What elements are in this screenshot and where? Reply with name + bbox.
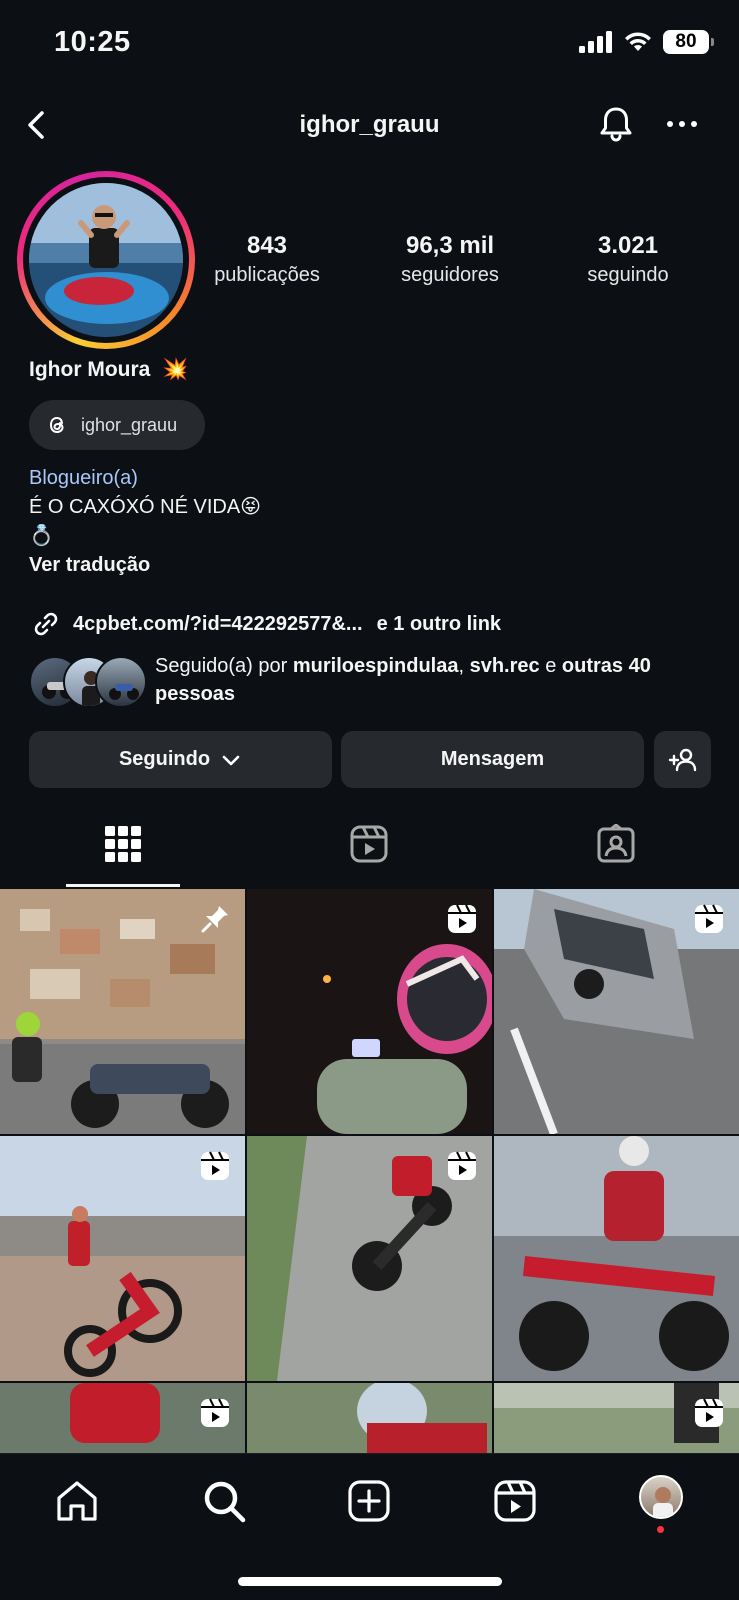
mutual-user-2[interactable]: svh.rec (470, 655, 540, 677)
active-tab-indicator (66, 884, 180, 887)
reels-icon (201, 1398, 229, 1427)
post-thumbnail[interactable] (0, 1136, 245, 1381)
reels-icon (695, 1398, 723, 1427)
battery-indicator: 80 (663, 30, 714, 54)
signal-icon (579, 31, 612, 53)
nav-search[interactable] (199, 1476, 249, 1526)
link-url: 4cpbet.com/?id=422292577&... (73, 612, 363, 635)
nav-create[interactable] (344, 1476, 394, 1526)
following-button[interactable]: Seguindo (29, 731, 332, 788)
tab-posts-grid[interactable] (0, 800, 246, 888)
bio-line-1: É O CAXÓXÓ NÉ VIDA😝 (29, 496, 262, 518)
following-count[interactable]: 3.021 seguindo (570, 232, 686, 287)
threads-icon (49, 416, 64, 434)
plus-square-icon (348, 1480, 390, 1522)
reels-icon (201, 1151, 229, 1180)
notifications-button[interactable] (595, 103, 637, 145)
wifi-icon (625, 32, 651, 51)
reels-icon (695, 904, 723, 933)
posts-count[interactable]: 843 publicações (205, 232, 329, 287)
reels-icon (494, 1480, 536, 1522)
post-thumbnail[interactable] (0, 1383, 245, 1453)
post-thumbnail[interactable] (247, 1136, 492, 1381)
profile-tabs (0, 800, 739, 890)
bio: Blogueiro(a) É O CAXÓXÓ NÉ VIDA😝 💍 Ver t… (29, 464, 261, 580)
mutual-user-1[interactable]: muriloespindulaa (293, 655, 459, 677)
profile-category: Blogueiro(a) (29, 467, 138, 489)
post-thumbnail[interactable] (0, 889, 245, 1134)
link-more: e 1 outro link (376, 612, 502, 635)
suggested-users-button[interactable] (654, 731, 711, 788)
profile-avatar (29, 183, 183, 337)
home-indicator (238, 1577, 502, 1586)
bell-icon (600, 107, 632, 142)
status-time: 10:25 (54, 26, 131, 58)
see-translation-link[interactable]: Ver tradução (29, 551, 261, 580)
post-thumbnail[interactable] (494, 1383, 739, 1453)
search-icon (204, 1481, 246, 1523)
profile-header: ighor_grauu (0, 95, 739, 155)
notification-dot (657, 1526, 664, 1533)
name-emoji: 💥 (162, 358, 189, 381)
post-thumbnail[interactable] (247, 1383, 492, 1453)
nav-home[interactable] (52, 1476, 102, 1526)
tab-reels[interactable] (246, 800, 492, 888)
pin-icon (201, 906, 228, 933)
grid-icon (105, 826, 141, 862)
reels-icon (448, 904, 476, 933)
threads-handle: ighor_grauu (81, 414, 178, 435)
link-icon (34, 612, 58, 636)
add-person-icon (668, 748, 696, 771)
nav-profile[interactable] (636, 1472, 686, 1522)
profile-display-name: Ighor Moura 💥 (29, 358, 189, 381)
avatar (639, 1475, 683, 1519)
status-bar: 10:25 80 (0, 0, 739, 90)
message-button[interactable]: Mensagem (341, 731, 644, 788)
reels-icon (448, 1151, 476, 1180)
more-options-button[interactable] (662, 109, 702, 139)
nav-reels[interactable] (490, 1476, 540, 1526)
post-thumbnail[interactable] (494, 1136, 739, 1381)
more-horizontal-icon (667, 121, 697, 127)
external-link[interactable]: 4cpbet.com/?id=422292577&... e 1 outro l… (29, 607, 501, 641)
mutual-avatars (29, 656, 147, 708)
tab-tagged[interactable] (493, 800, 739, 888)
avatar (95, 656, 147, 708)
chevron-down-icon (222, 755, 240, 765)
post-thumbnail[interactable] (247, 889, 492, 1134)
bio-line-2: 💍 (29, 525, 54, 547)
post-thumbnail[interactable] (494, 889, 739, 1134)
tagged-icon (597, 824, 635, 863)
story-ring[interactable] (17, 171, 195, 349)
reels-icon (350, 825, 388, 863)
posts-grid (0, 889, 739, 1453)
home-icon (57, 1481, 97, 1521)
mutual-followers[interactable]: Seguido(a) por muriloespindulaa, svh.rec… (29, 655, 715, 708)
followers-count[interactable]: 96,3 mil seguidores (385, 232, 515, 287)
mutual-followers-text: Seguido(a) por muriloespindulaa, svh.rec… (155, 655, 651, 705)
status-icons: 80 (579, 30, 714, 54)
threads-badge[interactable]: ighor_grauu (29, 400, 205, 450)
